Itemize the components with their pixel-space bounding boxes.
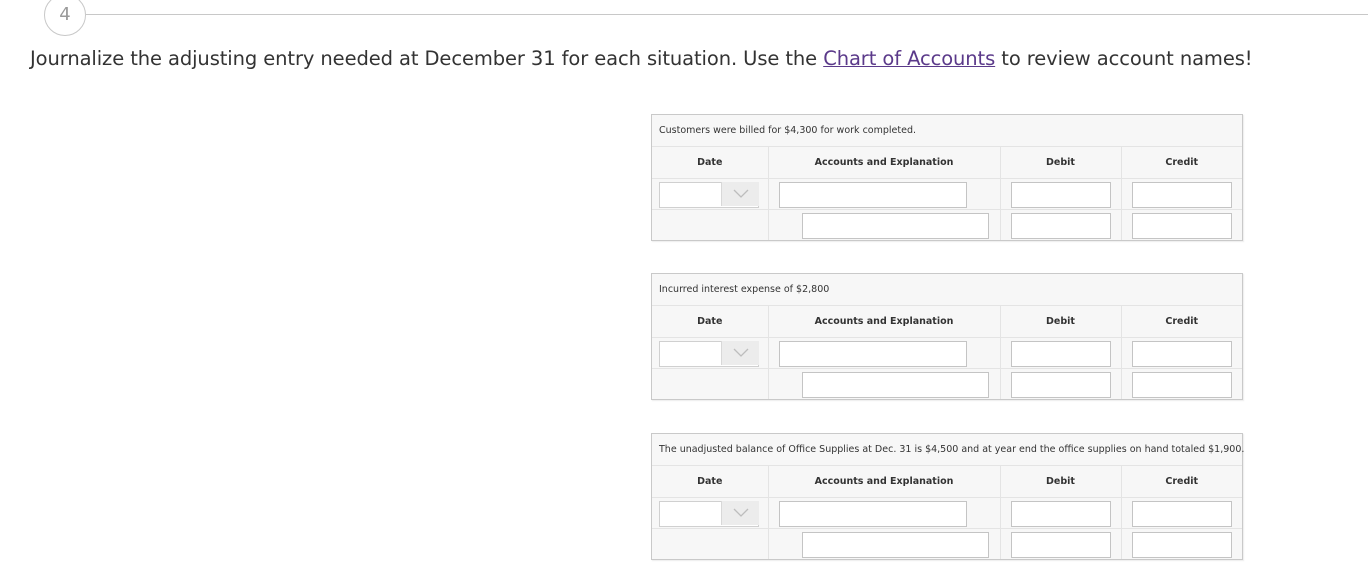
table-row	[652, 177, 1242, 209]
column-header-accounts: Accounts and Explanation	[768, 466, 1001, 498]
instructions-tail: to review account names!	[995, 47, 1253, 70]
column-header-accounts: Accounts and Explanation	[768, 147, 1001, 179]
account-input-debit[interactable]	[778, 340, 967, 367]
step-header: 4	[0, 0, 1368, 36]
table-row	[652, 527, 1242, 559]
credit-input[interactable]	[1131, 531, 1232, 558]
column-header-debit: Debit	[1000, 147, 1122, 179]
credit-input[interactable]	[1131, 181, 1232, 208]
debit-input[interactable]	[1010, 371, 1111, 398]
chart-of-accounts-link[interactable]: Chart of Accounts	[823, 47, 995, 70]
debit-input[interactable]	[1010, 531, 1111, 558]
column-header-debit: Debit	[1000, 466, 1122, 498]
credit-input[interactable]	[1131, 212, 1232, 239]
date-dropdown[interactable]	[659, 500, 759, 527]
column-header-debit: Debit	[1000, 306, 1122, 338]
entry-prompt: The unadjusted balance of Office Supplie…	[652, 434, 1244, 466]
credit-input[interactable]	[1131, 371, 1232, 398]
table-row	[652, 496, 1242, 528]
journal-entry-3: The unadjusted balance of Office Supplie…	[651, 433, 1244, 560]
column-header-date: Date	[652, 466, 769, 498]
account-input-credit[interactable]	[801, 531, 989, 558]
account-input-credit[interactable]	[801, 371, 989, 398]
column-header-credit: Credit	[1121, 306, 1242, 338]
column-header-date: Date	[652, 306, 769, 338]
date-dropdown[interactable]	[659, 181, 759, 208]
credit-input[interactable]	[1131, 500, 1232, 527]
column-header-credit: Credit	[1121, 466, 1242, 498]
instructions-text: Journalize the adjusting entry needed at…	[30, 47, 1253, 70]
account-input-debit[interactable]	[778, 181, 967, 208]
column-header-accounts: Accounts and Explanation	[768, 306, 1001, 338]
debit-input[interactable]	[1010, 500, 1111, 527]
debit-input[interactable]	[1010, 212, 1111, 239]
step-divider	[86, 14, 1368, 15]
column-header-date: Date	[652, 147, 769, 179]
journal-table: Date Accounts and Explanation Debit Cred…	[652, 306, 1242, 399]
table-row	[652, 208, 1242, 240]
debit-input[interactable]	[1010, 181, 1111, 208]
entry-prompt: Customers were billed for $4,300 for wor…	[652, 115, 1242, 147]
journal-entry-2: Incurred interest expense of $2,800 Date…	[651, 273, 1243, 400]
credit-input[interactable]	[1131, 340, 1232, 367]
column-header-credit: Credit	[1121, 147, 1242, 179]
journal-table: Date Accounts and Explanation Debit Cred…	[652, 147, 1242, 240]
account-input-debit[interactable]	[778, 500, 967, 527]
journal-entry-1: Customers were billed for $4,300 for wor…	[651, 114, 1243, 241]
table-row	[652, 367, 1242, 399]
entry-prompt: Incurred interest expense of $2,800	[652, 274, 1242, 306]
step-number-badge: 4	[44, 0, 86, 36]
journal-table: Date Accounts and Explanation Debit Cred…	[652, 466, 1242, 559]
instructions-lead: Journalize the adjusting entry needed at…	[30, 47, 824, 70]
date-dropdown[interactable]	[659, 340, 759, 367]
account-input-credit[interactable]	[801, 212, 989, 239]
table-row	[652, 336, 1242, 368]
debit-input[interactable]	[1010, 340, 1111, 367]
